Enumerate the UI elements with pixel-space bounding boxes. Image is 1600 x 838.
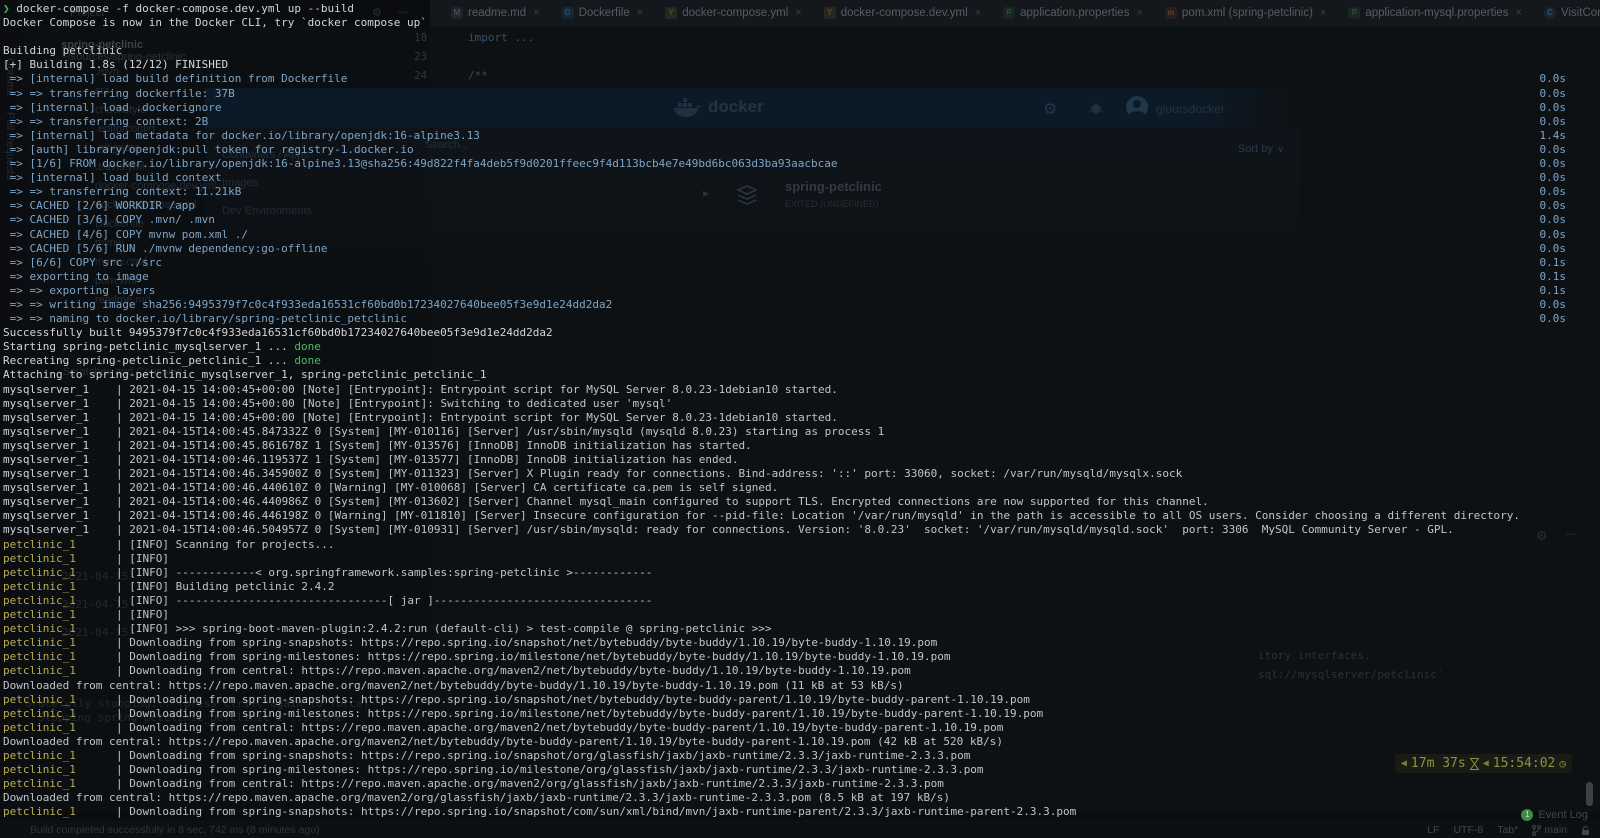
terminal-line: Successfully built 9495379f7c0c4f933eda1…	[3, 326, 553, 340]
terminal-line: petclinic_1 | Downloading from spring-sna…	[3, 748, 971, 762]
build-step-duration: 0.0s	[1539, 297, 1567, 311]
terminal-line: mysqlserver_1 | 2021-04-15T14:00:46.34590…	[3, 467, 1183, 481]
git-branch-icon	[1532, 824, 1542, 836]
terminal-line: Downloaded from central: https://repo.ma…	[3, 734, 1004, 748]
triangle-left-icon: ◀	[1482, 758, 1489, 769]
terminal-line: petclinic_1 | Downloading from spring-sna…	[3, 805, 1077, 819]
terminal-line: => => transferring dockerfile: 37B 0.0s	[3, 86, 1567, 100]
terminal-line: petclinic_1 | Downloading from central: h…	[3, 777, 944, 791]
terminal-line: => => transferring context: 11.21kB 0.0s	[3, 185, 1567, 199]
terminal-line: ❯ docker-compose -f docker-compose.dev.y…	[3, 2, 355, 15]
terminal-line: mysqlserver_1 | 2021-04-15T14:00:46.50495…	[3, 523, 1454, 537]
terminal-line: => exporting to image 0.1s	[3, 269, 1567, 283]
terminal-line: mysqlserver_1 | 2021-04-15T14:00:45.84733…	[3, 424, 885, 438]
terminal-line: => CACHED [5/6] RUN ./mvnw dependency:go…	[3, 241, 1567, 255]
terminal-line: petclinic_1 | [INFO] Building petclinic 2…	[3, 579, 335, 593]
build-step-duration: 0.0s	[1539, 312, 1567, 326]
terminal-line: => => exporting layers 0.1s	[3, 283, 1567, 297]
build-step-duration: 0.0s	[1539, 100, 1567, 114]
terminal-line: => [internal] load metadata for docker.i…	[3, 128, 1567, 142]
terminal-line: => [1/6] FROM docker.io/library/openjdk:…	[3, 157, 1567, 171]
terminal-line: petclinic_1 | [INFO]	[3, 551, 169, 565]
build-step-duration: 0.0s	[1539, 142, 1567, 156]
screencast-timer-overlay: ◀ 17m 37s ◀ 15:54:02 ◷	[1394, 754, 1572, 773]
line-ending-indicator[interactable]: LF	[1427, 824, 1439, 836]
build-step-duration: 0.0s	[1539, 86, 1567, 100]
build-step-duration: 0.0s	[1539, 185, 1567, 199]
terminal-line: petclinic_1 | Downloading from spring-sna…	[3, 636, 938, 650]
terminal-line: => [6/6] COPY src ./src 0.1s	[3, 255, 1567, 269]
terminal-line: mysqlserver_1 | 2021-04-15T14:00:46.44098…	[3, 495, 1209, 509]
build-step-duration: 0.0s	[1539, 171, 1567, 185]
terminal-line: mysqlserver_1 | 2021-04-15T14:00:45.86167…	[3, 438, 752, 452]
terminal-line: mysqlserver_1 | 2021-04-15T14:00:46.44061…	[3, 481, 779, 495]
terminal-line: Downloaded from central: https://repo.ma…	[3, 678, 904, 692]
terminal-line: => [auth] library/openjdk:pull token for…	[3, 142, 1567, 156]
terminal-line: mysqlserver_1 | 2021-04-15 14:00:45+00:00…	[3, 410, 838, 424]
terminal-line: petclinic_1 | Downloading from spring-mil…	[3, 650, 951, 664]
terminal-output[interactable]: ❯ docker-compose -f docker-compose.dev.y…	[0, 0, 1600, 822]
terminal-line: petclinic_1 | [INFO] Scanning for project…	[3, 537, 335, 551]
terminal-line: mysqlserver_1 | 2021-04-15T14:00:46.44619…	[3, 509, 1520, 523]
terminal-line: Starting spring-petclinic_mysqlserver_1 …	[3, 340, 321, 354]
elapsed-time: 17m 37s	[1410, 756, 1466, 771]
build-step-duration: 0.1s	[1539, 269, 1567, 283]
triangle-left-icon: ◀	[1400, 758, 1407, 769]
terminal-line: => [internal] load build context 0.0s	[3, 171, 1567, 185]
lock-icon[interactable]	[1581, 825, 1590, 836]
indent-indicator[interactable]: Tab*	[1497, 824, 1518, 836]
event-log-badge: 1	[1521, 809, 1534, 821]
terminal-line: mysqlserver_1 | 2021-04-15 14:00:45+00:00…	[3, 382, 838, 396]
hourglass-icon	[1469, 757, 1479, 770]
terminal-line: Attaching to spring-petclinic_mysqlserve…	[3, 368, 487, 382]
terminal-line: petclinic_1 | Downloading from spring-sna…	[3, 692, 1030, 706]
terminal-line: petclinic_1 | [INFO] ------------< org.sp…	[3, 565, 653, 579]
terminal-line: Building petclinic	[3, 44, 123, 58]
terminal-line: Downloaded from central: https://repo.ma…	[3, 791, 951, 805]
terminal-line: petclinic_1 | Downloading from spring-mil…	[3, 706, 1044, 720]
build-step-duration: 0.0s	[1539, 72, 1567, 86]
build-step-duration: 0.1s	[1539, 255, 1567, 269]
terminal-line: petclinic_1 | Downloading from spring-mil…	[3, 763, 984, 777]
terminal-line: => => naming to docker.io/library/spring…	[3, 312, 1567, 326]
terminal-line: mysqlserver_1 | 2021-04-15T14:00:46.11953…	[3, 453, 739, 466]
build-step-duration: 0.0s	[1539, 227, 1567, 241]
terminal-line: => => transferring context: 2B 0.0s	[3, 114, 1567, 128]
terminal-line: petclinic_1 | [INFO] --------------------…	[3, 593, 653, 607]
terminal-line: => CACHED [4/6] COPY mvnw pom.xml ./0.0s	[3, 227, 1567, 241]
encoding-indicator[interactable]: UTF-8	[1453, 824, 1483, 836]
build-step-duration: 0.0s	[1539, 114, 1567, 128]
terminal-line: petclinic_1 | Downloading from central: h…	[3, 720, 1004, 734]
terminal-line: Docker Compose is now in the Docker CLI,…	[3, 16, 427, 30]
terminal-line: petclinic_1 | Downloading from central: h…	[3, 664, 911, 678]
terminal-line: [+] Building 1.8s (12/12) FINISHED	[3, 58, 229, 72]
build-status-message: Build completed successfully in 8 sec, 7…	[30, 824, 320, 836]
build-step-duration: 0.0s	[1539, 241, 1567, 255]
terminal-line: mysqlserver_1 | 2021-04-15 14:00:45+00:00…	[3, 396, 673, 410]
terminal-line: petclinic_1 | [INFO]	[3, 608, 169, 622]
build-step-duration: 0.0s	[1539, 157, 1567, 171]
terminal-line: => [internal] load .dockerignore 0.0s	[3, 100, 1567, 114]
terminal-line: => CACHED [2/6] WORKDIR /app 0.0s	[3, 199, 1567, 213]
event-log-button[interactable]: Event Log	[1538, 809, 1588, 821]
build-step-duration: 0.0s	[1539, 213, 1567, 227]
terminal-line: => CACHED [3/6] COPY .mvn/ .mvn 0.0s	[3, 213, 1567, 227]
build-step-duration: 0.0s	[1539, 199, 1567, 213]
clock-icon: ◷	[1559, 757, 1566, 770]
scrollbar-thumb[interactable]	[1586, 782, 1593, 806]
clock-time: 15:54:02	[1492, 756, 1556, 771]
terminal-line: Recreating spring-petclinic_petclinic_1 …	[3, 354, 321, 368]
terminal-line: petclinic_1 | [INFO] >>> spring-boot-mave…	[3, 622, 772, 636]
build-step-duration: 1.4s	[1539, 128, 1567, 142]
terminal-line: => [internal] load build definition from…	[3, 72, 1567, 86]
git-branch-name[interactable]: main	[1544, 824, 1567, 836]
build-step-duration: 0.1s	[1539, 283, 1567, 297]
terminal-line: => => writing image sha256:9495379f7c0c4…	[3, 297, 1567, 311]
